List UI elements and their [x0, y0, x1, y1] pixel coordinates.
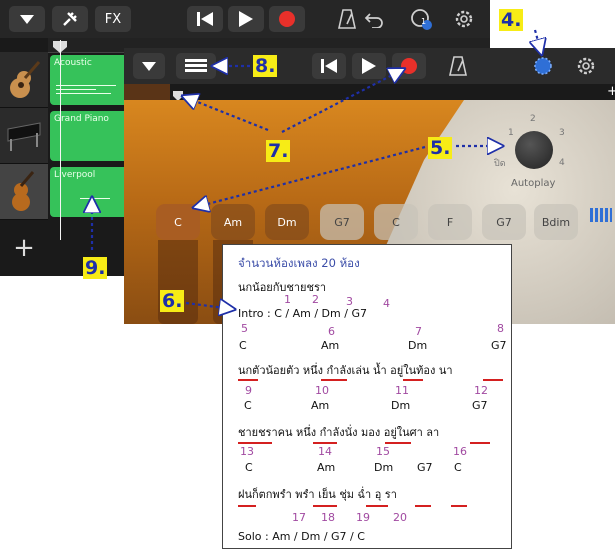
- callout-7: 7.: [266, 140, 291, 162]
- callout-9: 9.: [83, 257, 108, 279]
- callout-6: 6.: [160, 290, 185, 312]
- callout-8: 8.: [253, 55, 278, 77]
- callout-4: 4.: [499, 9, 524, 31]
- callout-5: 5.: [428, 137, 453, 159]
